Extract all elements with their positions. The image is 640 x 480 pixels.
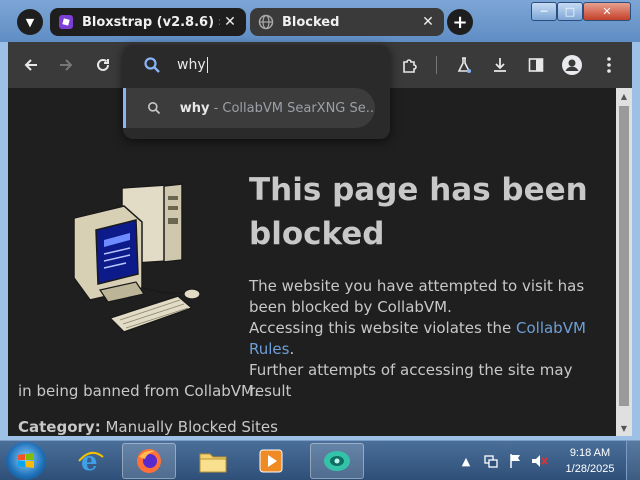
caret-up-icon: ▲ [461,454,471,468]
flag-icon [510,454,520,468]
tab-bloxstrap[interactable]: Bloxstrap (v2.8.6) » Dov ✕ [50,8,246,36]
address-input: why [177,57,208,73]
volume-tray-icon[interactable] [530,441,550,480]
action-center-tray-icon[interactable] [506,441,526,480]
puzzle-icon [403,59,417,73]
windows-logo-icon [18,453,34,468]
network-tray-icon[interactable] [481,441,501,480]
computer-illustration [73,183,201,333]
show-desktop-button[interactable] [626,441,640,480]
clock-date: 1/28/2025 [565,463,615,475]
tab-search-button[interactable]: ▼ [17,9,43,35]
profile-button[interactable] [559,52,585,78]
downloads-button[interactable] [487,52,513,78]
taskbar-media-player[interactable] [244,443,298,479]
show-hidden-icons-button[interactable]: ▲ [458,441,474,480]
close-window-button[interactable]: ✕ [583,2,631,21]
download-icon [494,58,506,72]
reload-icon [97,58,109,71]
tab-title: Blocked [282,14,340,30]
new-tab-button[interactable]: + [447,9,473,35]
menu-button[interactable] [596,52,622,78]
rules-suffix: . [289,340,295,358]
clock-time: 9:18 AM [569,447,611,459]
globe-icon [258,14,274,30]
close-icon: ✕ [602,5,612,18]
file-explorer-icon [199,453,227,473]
bloxstrap-icon [58,14,74,30]
system-clock[interactable]: 9:18 AM 1/28/2025 [560,445,620,477]
minimize-icon: ─ [540,5,548,18]
side-panel-icon [528,58,544,72]
suggestion-provider: CollabVM SearXNG Se... [222,100,375,116]
extensions-button[interactable] [397,52,423,78]
taskbar-file-explorer[interactable] [186,443,240,479]
suggestion-separator: - [209,100,223,116]
back-button[interactable] [18,52,44,78]
suggestion-query: why [179,100,210,116]
reload-button[interactable] [90,52,116,78]
start-button[interactable] [6,442,46,480]
forward-button[interactable] [53,52,79,78]
blocked-page: This page has been blocked The website y… [8,88,616,436]
scroll-up-icon[interactable]: ▲ [616,88,632,104]
taskbar-firefox[interactable] [122,443,176,479]
avatar-icon [562,55,582,75]
collabvm-app-icon [324,451,350,471]
taskbar-internet-explorer[interactable]: e [64,443,118,479]
tab-title: Bloxstrap (v2.8.6) » Dov [82,14,220,30]
rules-prefix: Accessing this website violates the [249,319,516,337]
close-tab-icon[interactable]: ✕ [220,12,240,32]
more-vert-icon [607,57,611,73]
flask-icon [457,57,471,73]
address-value[interactable]: why [177,57,206,73]
omnibox-suggestion[interactable]: why - CollabVM SearXNG Se... [123,88,375,128]
page-title: This page has been blocked [249,172,588,252]
vertical-scrollbar[interactable]: ▲ ▼ [616,88,632,436]
network-icon [484,455,498,468]
search-icon [144,98,164,118]
rules-line: Accessing this website violates the Coll… [249,318,604,360]
address-bar[interactable]: why [123,45,390,85]
firefox-icon [137,449,161,473]
svg-text:e: e [81,447,98,475]
scroll-down-icon[interactable]: ▼ [616,420,632,436]
taskbar: e ▲ 9:18 AM 1/28/2025 [0,440,640,480]
category-label: Category: [18,418,101,436]
minimize-button[interactable]: ─ [531,2,557,21]
media-player-icon [259,449,283,473]
maximize-button[interactable]: □ [557,2,583,21]
side-panel-button[interactable] [523,52,549,78]
warning-line-continued: in being banned from CollabVM. [18,382,259,400]
category-line: Category: Manually Blocked Sites [18,418,278,436]
close-tab-icon[interactable]: ✕ [418,12,438,32]
internet-explorer-icon: e [78,447,104,475]
suggestion-text: why - CollabVM SearXNG Se... [180,101,375,116]
tab-blocked[interactable]: Blocked ✕ [250,8,444,36]
search-icon [139,52,165,78]
category-value: Manually Blocked Sites [105,418,278,436]
volume-muted-icon [532,455,548,467]
labs-button[interactable] [451,52,477,78]
taskbar-collabvm-app[interactable] [310,443,364,479]
text-caret [206,57,208,73]
arrow-left-icon [24,59,37,71]
blocked-line: The website you have attempted to visit … [249,277,585,316]
omnibox-dropdown: why why - CollabVM SearXNG Se... [123,45,390,139]
title-bar: ▼ Bloxstrap (v2.8.6) » Dov ✕ Blocked ✕ +… [0,0,640,42]
toolbar-divider [436,56,437,74]
chevron-down-icon: ▼ [25,15,35,29]
maximize-icon: □ [564,5,576,18]
scrollbar-thumb[interactable] [619,106,629,406]
arrow-right-icon [60,59,73,71]
